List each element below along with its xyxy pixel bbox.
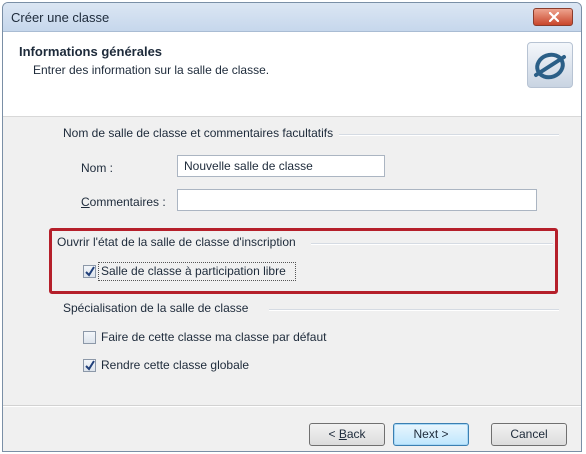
checkmark-icon (85, 360, 95, 371)
global-class-checkbox-label[interactable]: Rendre cette classe globale (101, 358, 249, 372)
comments-input[interactable] (177, 189, 537, 211)
group-spec-label: Spécialisation de la salle de classe (63, 301, 255, 315)
highlight-annotation-box (49, 228, 558, 294)
comments-label: Commentaires : (81, 195, 166, 209)
next-button[interactable]: Next > (393, 423, 469, 446)
title-bar: Créer une classe (3, 3, 581, 32)
close-button[interactable] (533, 8, 573, 26)
default-class-checkbox-label[interactable]: Faire de cette classe ma classe par défa… (101, 330, 326, 344)
window-title: Créer une classe (11, 10, 110, 25)
default-class-checkbox[interactable] (83, 331, 96, 344)
global-class-checkbox[interactable] (83, 359, 96, 372)
header-panel: Informations générales Entrer des inform… (3, 32, 581, 117)
cancel-button[interactable]: Cancel (491, 423, 567, 446)
back-button[interactable]: < Back (309, 423, 385, 446)
group-names-label: Nom de salle de classe et commentaires f… (63, 126, 340, 140)
footer-separator (3, 405, 581, 407)
page-title: Informations générales (19, 44, 163, 59)
close-icon (549, 12, 559, 22)
app-logo-icon (527, 42, 573, 88)
name-input[interactable] (177, 155, 385, 177)
dialog-window: Créer une classe Informations générales … (2, 2, 582, 452)
name-label: Nom : (81, 161, 114, 175)
page-subtitle: Entrer des information sur la salle de c… (33, 63, 270, 77)
group-divider (269, 309, 559, 311)
